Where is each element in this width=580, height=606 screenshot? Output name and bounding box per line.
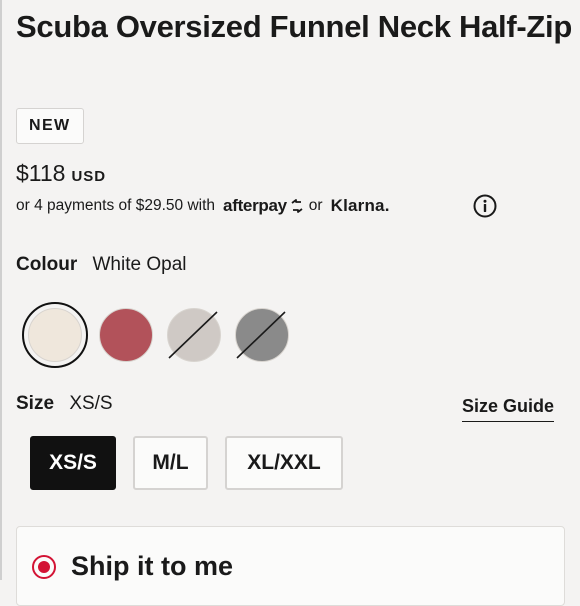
swatch-fill	[99, 308, 153, 362]
product-title: Scuba Oversized Funnel Neck Half-Zip	[16, 9, 572, 44]
ship-to-me-option[interactable]: Ship it to me	[16, 526, 565, 606]
size-option-xs-s[interactable]: XS/S	[30, 436, 116, 490]
size-selected-value: XS/S	[69, 393, 113, 414]
unavailable-strike-icon	[236, 311, 286, 359]
colour-label: Colour	[16, 254, 78, 275]
installments-text: or 4 payments of $29.50 with	[16, 197, 216, 214]
colour-selected-value: White Opal	[92, 254, 187, 275]
klarna-logo[interactable]: Klarna.	[331, 196, 390, 216]
left-edge-divider	[0, 0, 2, 580]
colour-swatches	[22, 302, 322, 370]
price: $118 USD	[16, 160, 106, 187]
afterpay-logo-text: afterpay	[223, 196, 287, 215]
size-option-xl-xxl[interactable]: XL/XXL	[225, 436, 343, 490]
swatch-grey-unavailable[interactable]	[229, 302, 295, 368]
size-option-m-l[interactable]: M/L	[133, 436, 208, 490]
price-currency: USD	[71, 168, 107, 185]
installments-info: or 4 payments of $29.50 with afterpay or…	[16, 196, 390, 216]
ship-it-to-me-label: Ship it to me	[71, 551, 233, 581]
swatch-mulled-wine[interactable]	[93, 302, 159, 368]
unavailable-strike-icon	[168, 311, 218, 359]
size-guide-link[interactable]: Size Guide	[462, 396, 555, 422]
swatch-light-grey-unavailable[interactable]	[161, 302, 227, 368]
swatch-fill	[28, 308, 82, 362]
afterpay-logo[interactable]: afterpay	[223, 196, 305, 216]
afterpay-arrows-icon	[291, 199, 303, 213]
size-label: Size	[16, 393, 55, 414]
info-circle-icon[interactable]	[473, 194, 497, 218]
size-row: Size XS/S	[16, 393, 113, 415]
colour-row: Colour White Opal	[16, 254, 186, 276]
new-badge: NEW	[16, 108, 84, 144]
swatch-white-opal[interactable]	[22, 302, 88, 368]
price-amount: $118	[16, 160, 66, 186]
or-text: or	[308, 197, 323, 214]
ship-radio-button[interactable]	[32, 555, 56, 579]
radio-selected-dot	[38, 561, 50, 573]
